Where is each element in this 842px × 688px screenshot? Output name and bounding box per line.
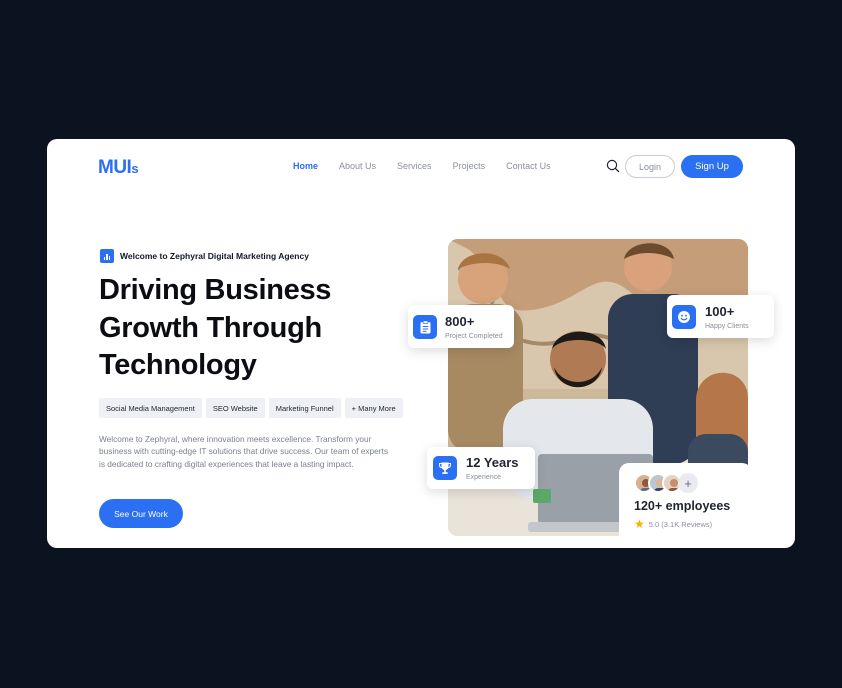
rating-text: 5.0 (3.1K Reviews) <box>648 519 713 529</box>
chart-icon <box>100 249 114 263</box>
nav-contact-us[interactable]: Contact Us <box>506 161 551 171</box>
nav-services[interactable]: Services <box>397 161 432 171</box>
stat-experience-value: 12 Years <box>466 455 519 470</box>
main-nav: Home About Us Services Projects Contact … <box>293 161 572 171</box>
nav-projects[interactable]: Projects <box>453 161 486 171</box>
stat-projects-value: 800+ <box>445 313 475 329</box>
stat-experience-card: 12 Years Experience <box>427 447 535 489</box>
employees-count: 120+ employees <box>634 499 731 513</box>
welcome-badge: Welcome to Zephyral Digital Marketing Ag… <box>100 249 309 263</box>
tag-social-media[interactable]: Social Media Management <box>99 398 202 418</box>
stat-clients-label: Happy Clients <box>705 322 749 330</box>
stat-clients-value: 100+ <box>705 303 735 319</box>
clipboard-icon <box>413 314 437 339</box>
see-our-work-button[interactable]: See Our Work <box>99 499 183 528</box>
tag-many-more[interactable]: + Many More <box>344 398 403 418</box>
welcome-text: Welcome to Zephyral Digital Marketing Ag… <box>120 251 309 261</box>
avatar-group: + <box>634 473 752 493</box>
star-icon: ★ <box>634 517 645 531</box>
employees-card: + 120+ employees ★ 5.0 (3.1K Reviews) <box>619 463 752 548</box>
landing-page-card: MUIs Home About Us Services Projects Con… <box>47 139 795 548</box>
rating: ★ 5.0 (3.1K Reviews) <box>634 517 752 531</box>
add-avatar-icon[interactable]: + <box>678 473 698 493</box>
nav-about-us[interactable]: About Us <box>339 161 376 171</box>
tag-marketing-funnel[interactable]: Marketing Funnel <box>268 398 341 418</box>
stat-projects-label: Project Completed <box>445 332 503 340</box>
nav-home[interactable]: Home <box>293 161 318 171</box>
hero-description: Welcome to Zephyral, where innovation me… <box>99 434 388 469</box>
login-button[interactable]: Login <box>625 155 675 178</box>
logo[interactable]: MUIs <box>98 157 139 179</box>
smiley-icon <box>672 304 696 329</box>
stat-clients-card: 100+ Happy Clients <box>667 295 774 338</box>
hero-headline: Driving Business Growth Through Technolo… <box>99 274 332 381</box>
trophy-icon <box>433 456 457 480</box>
signup-button[interactable]: Sign Up <box>681 155 743 178</box>
search-icon[interactable] <box>606 159 620 173</box>
tag-seo-website[interactable]: SEO Website <box>205 398 265 418</box>
stat-projects-card: 800+ Project Completed <box>408 305 514 348</box>
stat-experience-label: Experience <box>466 474 502 481</box>
service-tags: Social Media Management SEO Website Mark… <box>99 398 403 418</box>
